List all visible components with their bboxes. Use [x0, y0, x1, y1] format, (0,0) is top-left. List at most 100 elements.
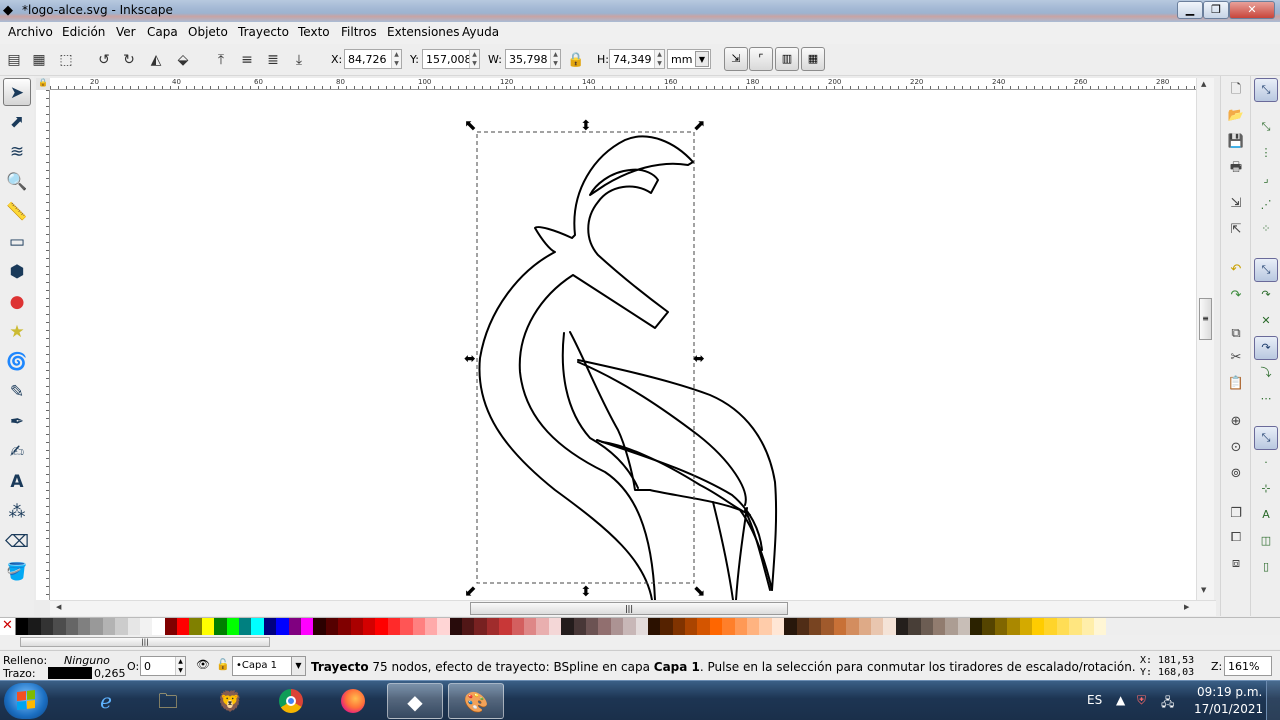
color-swatch[interactable] [672, 618, 686, 635]
rectangle-tool[interactable]: ▭ [3, 228, 31, 256]
deselect-icon[interactable]: ⬚ [56, 50, 76, 70]
color-swatch[interactable] [610, 618, 624, 635]
selector-tool[interactable]: ➤ [3, 78, 31, 106]
vertical-scrollbar[interactable]: ▲ ≡ ▼ [1196, 78, 1214, 600]
color-swatch[interactable] [462, 618, 475, 635]
zoom-drawing-icon[interactable]: ⊙ [1226, 438, 1246, 458]
snap-intersections[interactable]: ✕ [1254, 310, 1278, 334]
brave-icon[interactable]: 🦁 [202, 683, 258, 719]
color-swatch[interactable] [214, 618, 227, 635]
tweak-tool[interactable]: ≋ [3, 138, 31, 166]
snap-rotation-centers[interactable]: ⊹ [1254, 478, 1278, 502]
horizontal-scroll-thumb[interactable]: ||| [470, 602, 788, 615]
color-swatch[interactable] [127, 618, 140, 635]
fill-indicator[interactable]: Ninguno [64, 654, 110, 667]
color-swatch[interactable] [932, 618, 946, 635]
redo-icon[interactable]: ↷ [1226, 286, 1246, 306]
color-swatch[interactable] [486, 618, 500, 635]
color-swatch[interactable] [747, 618, 760, 635]
color-swatch[interactable] [102, 618, 116, 635]
menu-filtros[interactable]: Filtros [341, 25, 377, 39]
scroll-left-icon[interactable]: ◀ [56, 603, 61, 611]
current-layer-select[interactable]: •Capa 1 ▼ [232, 656, 306, 676]
color-swatch[interactable] [685, 618, 698, 635]
color-swatch[interactable] [598, 618, 611, 635]
save-icon[interactable]: 💾 [1226, 132, 1246, 152]
color-swatch[interactable] [189, 618, 202, 635]
menu-capa[interactable]: Capa [147, 25, 178, 39]
antivirus-icon[interactable]: ⛨ [1137, 693, 1146, 708]
w-field[interactable]: 35,798 ▲ ▼ [505, 49, 561, 69]
color-swatch[interactable] [970, 618, 983, 635]
opacity-field[interactable]: 0 ▲ ▼ [140, 656, 186, 676]
color-swatch[interactable] [846, 618, 859, 635]
calligraphy-tool[interactable]: ✍ [3, 438, 31, 466]
color-swatch[interactable] [548, 618, 562, 635]
color-swatch[interactable] [796, 618, 809, 635]
firefox-icon[interactable] [325, 683, 381, 719]
color-swatch[interactable] [251, 618, 264, 635]
color-swatch[interactable] [722, 618, 735, 635]
chrome-icon[interactable] [263, 683, 319, 719]
color-swatch[interactable] [709, 618, 723, 635]
color-swatch[interactable] [759, 618, 772, 635]
raise-to-top-icon[interactable]: ⤒ [211, 50, 231, 70]
snap-paths[interactable]: ↷ [1254, 284, 1278, 308]
color-swatch[interactable] [524, 618, 537, 635]
color-swatch[interactable] [375, 618, 388, 635]
snap-bbox-edges[interactable]: ⋮ [1254, 142, 1278, 166]
color-swatch[interactable] [437, 618, 450, 635]
color-swatch[interactable] [1081, 618, 1094, 635]
rotate-cw-icon[interactable]: ↻ [119, 50, 139, 70]
drawing-canvas[interactable]: ⬉ ⬈ ⬍ ⬌ ⬌ ⬋ ⬍ ⬊ [50, 90, 1196, 600]
y-field[interactable]: 157,008 ▲ ▼ [422, 49, 480, 69]
show-desktop-button[interactable] [1266, 681, 1280, 720]
lock-icon[interactable]: 🔒 [566, 50, 586, 70]
clock-date[interactable]: 17/01/2021 [1194, 702, 1263, 716]
unlink-clone-icon[interactable]: ⧈ [1226, 554, 1246, 574]
internet-explorer-icon[interactable]: ℯ [78, 683, 134, 719]
network-icon[interactable]: 🖧 [1161, 693, 1174, 714]
color-swatch[interactable] [623, 618, 636, 635]
spiral-tool[interactable]: 🌀 [3, 348, 31, 376]
snap-line-midpoints[interactable]: ⋯ [1254, 388, 1278, 412]
layer-lock-icon[interactable]: 🔓 [216, 658, 230, 671]
maximize-button[interactable]: ❐ [1203, 1, 1229, 19]
color-swatch[interactable] [313, 618, 326, 635]
input-language[interactable]: ES [1087, 693, 1102, 707]
color-swatch[interactable] [424, 618, 438, 635]
menu-objeto[interactable]: Objeto [188, 25, 228, 39]
color-swatch[interactable] [784, 618, 797, 635]
color-swatch[interactable] [300, 618, 314, 635]
color-swatch[interactable] [325, 618, 339, 635]
snap-bbox-corners[interactable]: ⌟ [1254, 168, 1278, 192]
rotate-ccw-icon[interactable]: ↺ [94, 50, 114, 70]
resize-handle-sw-icon[interactable]: ⬋ [464, 582, 477, 600]
stroke-width-value[interactable]: 0,265 [94, 667, 126, 680]
menu-ayuda[interactable]: Ayuda [462, 25, 499, 39]
horizontal-scrollbar[interactable]: ◀ ||| ▶ [50, 600, 1216, 616]
zoom-field[interactable]: 161% [1224, 656, 1272, 676]
color-swatch[interactable] [201, 618, 215, 635]
spin-arrows-icon[interactable]: ▲ ▼ [391, 50, 401, 68]
no-paint-swatch[interactable]: ✕ [0, 618, 16, 635]
spin-arrows-icon[interactable]: ▲ ▼ [654, 50, 664, 68]
snap-toggle[interactable]: ⤡ [1254, 78, 1278, 102]
color-swatch[interactable] [1044, 618, 1057, 635]
vertical-scroll-thumb[interactable]: ≡ [1199, 298, 1212, 340]
menu-archivo[interactable]: Archivo [8, 25, 53, 39]
clock-time[interactable]: 09:19 p.m. [1197, 685, 1262, 699]
color-swatch[interactable] [77, 618, 91, 635]
color-swatch[interactable] [635, 618, 648, 635]
paste-icon[interactable]: 📋 [1226, 374, 1246, 394]
resize-handle-n-icon[interactable]: ⬍ [580, 118, 592, 134]
color-swatch[interactable] [734, 618, 748, 635]
new-document-icon[interactable]: 🗋 [1226, 80, 1246, 100]
color-swatch[interactable] [499, 618, 512, 635]
scroll-up-icon[interactable]: ▲ [1201, 80, 1206, 88]
color-swatch[interactable] [338, 618, 351, 635]
select-all-layers-icon[interactable]: ▦ [29, 50, 49, 70]
color-swatch[interactable] [858, 618, 871, 635]
color-swatch[interactable] [90, 618, 103, 635]
node-tool[interactable]: ⬈ [3, 108, 31, 136]
